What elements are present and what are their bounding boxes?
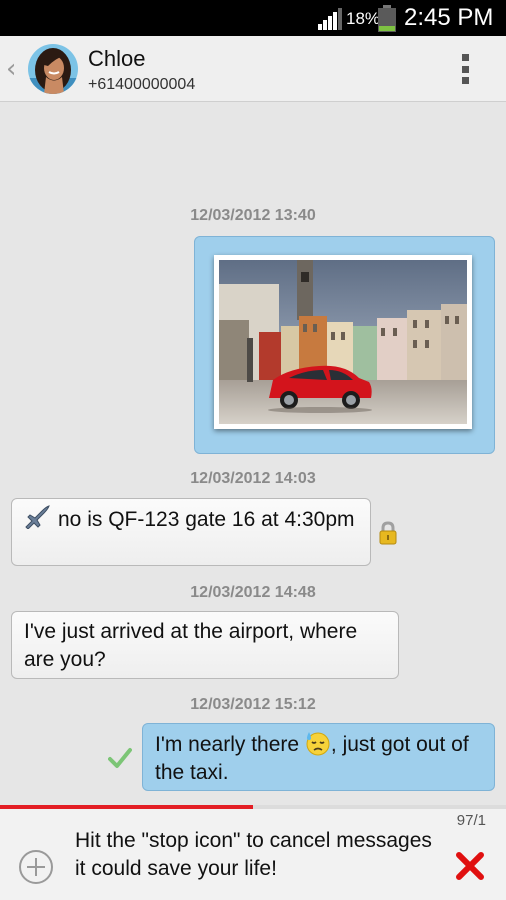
signal-icon bbox=[318, 8, 342, 30]
contact-name: Chloe bbox=[88, 46, 146, 71]
cancel-x-icon[interactable] bbox=[455, 851, 485, 881]
avatar[interactable] bbox=[28, 44, 78, 94]
character-counter: 97/1 bbox=[456, 812, 486, 829]
message-text: I've just arrived at the airport, where … bbox=[24, 620, 358, 671]
battery-percent: 18% bbox=[346, 9, 381, 28]
message-timestamp: 12/03/2012 13:40 bbox=[190, 207, 316, 224]
overflow-menu-icon[interactable] bbox=[452, 52, 478, 86]
contact-phone: +61400000004 bbox=[88, 76, 196, 93]
message-composer: 97/1 Hit the "stop icon" to cancel messa… bbox=[0, 809, 506, 900]
checkmark-icon bbox=[108, 748, 132, 768]
lock-icon bbox=[379, 521, 397, 545]
incoming-message-bubble[interactable]: no is QF-123 gate 16 at 4:30pm bbox=[11, 498, 371, 566]
compose-input[interactable]: Hit the "stop icon" to cancel messages i… bbox=[75, 827, 445, 883]
conversation-header: ‹ Chloe +61400000004 bbox=[0, 36, 506, 102]
airplane-icon bbox=[25, 505, 50, 529]
message-text: I'm nearly there bbox=[155, 733, 305, 756]
photo-thumbnail-image bbox=[219, 260, 467, 424]
back-chevron-icon[interactable]: ‹ bbox=[6, 54, 16, 84]
message-timestamp: 12/03/2012 14:48 bbox=[190, 584, 316, 601]
message-timestamp: 12/03/2012 14:03 bbox=[190, 470, 316, 487]
clock: 2:45 PM bbox=[404, 4, 494, 31]
add-circle-icon[interactable] bbox=[18, 849, 54, 885]
image-attachment[interactable] bbox=[214, 255, 472, 429]
sweat-face-icon bbox=[306, 732, 330, 756]
incoming-message-bubble[interactable]: I've just arrived at the airport, where … bbox=[11, 611, 399, 679]
outgoing-message-bubble[interactable]: I'm nearly there , just got out of the t… bbox=[142, 723, 495, 791]
status-bar: 18% 2:45 PM bbox=[0, 0, 506, 36]
message-text: no is QF-123 gate 16 at 4:30pm bbox=[58, 508, 355, 531]
battery-icon bbox=[378, 5, 396, 32]
image-message-bubble[interactable] bbox=[194, 236, 495, 454]
message-timestamp: 12/03/2012 15:12 bbox=[190, 696, 316, 713]
